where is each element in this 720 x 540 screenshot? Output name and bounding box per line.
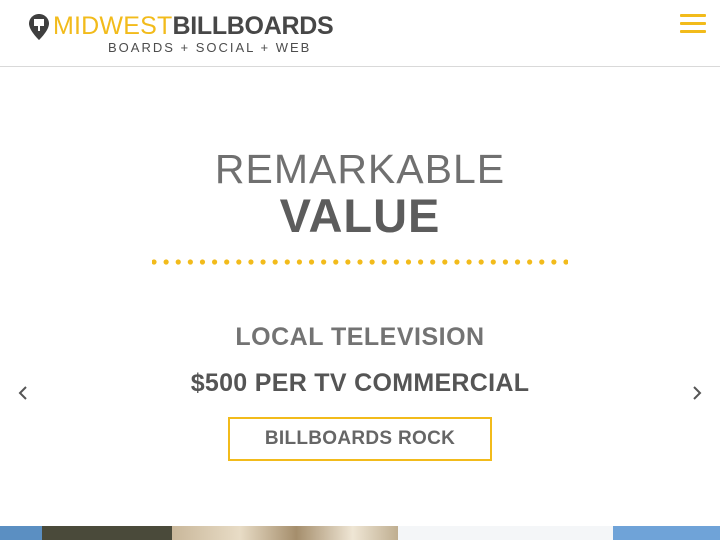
photo-strip: [0, 526, 720, 540]
brand-name: MIDWESTBILLBOARDS: [53, 12, 334, 41]
chevron-left-icon[interactable]: [15, 383, 31, 403]
slide-label: LOCAL TELEVISION: [235, 323, 485, 351]
slide-price: $500 PER TV COMMERCIAL: [190, 369, 530, 397]
hamburger-menu-icon[interactable]: [680, 14, 706, 34]
headline-value: VALUE: [279, 189, 441, 242]
building-columns-image: [172, 526, 398, 540]
dotted-divider: [152, 258, 568, 266]
brand-billboards: BILLBOARDS: [172, 12, 334, 40]
brand-tagline: BOARDS + SOCIAL + WEB: [108, 40, 312, 55]
headline-remarkable: REMARKABLE: [214, 146, 506, 192]
billboards-rock-button[interactable]: BILLBOARDS ROCK: [228, 417, 492, 461]
site-logo[interactable]: MIDWESTBILLBOARDS BOARDS + SOCIAL + WEB: [29, 12, 359, 58]
blue-sky-image: [613, 526, 720, 540]
hero-slider: REMARKABLE VALUE LOCAL TELEVISION $500 P…: [0, 68, 720, 526]
brand-midwest: MIDWEST: [53, 12, 173, 40]
map-pin-icon: [29, 14, 49, 40]
tree-image: [42, 526, 172, 540]
white-panel-image: [398, 526, 613, 540]
site-header: MIDWESTBILLBOARDS BOARDS + SOCIAL + WEB: [0, 0, 720, 67]
chevron-right-icon[interactable]: [689, 383, 705, 403]
